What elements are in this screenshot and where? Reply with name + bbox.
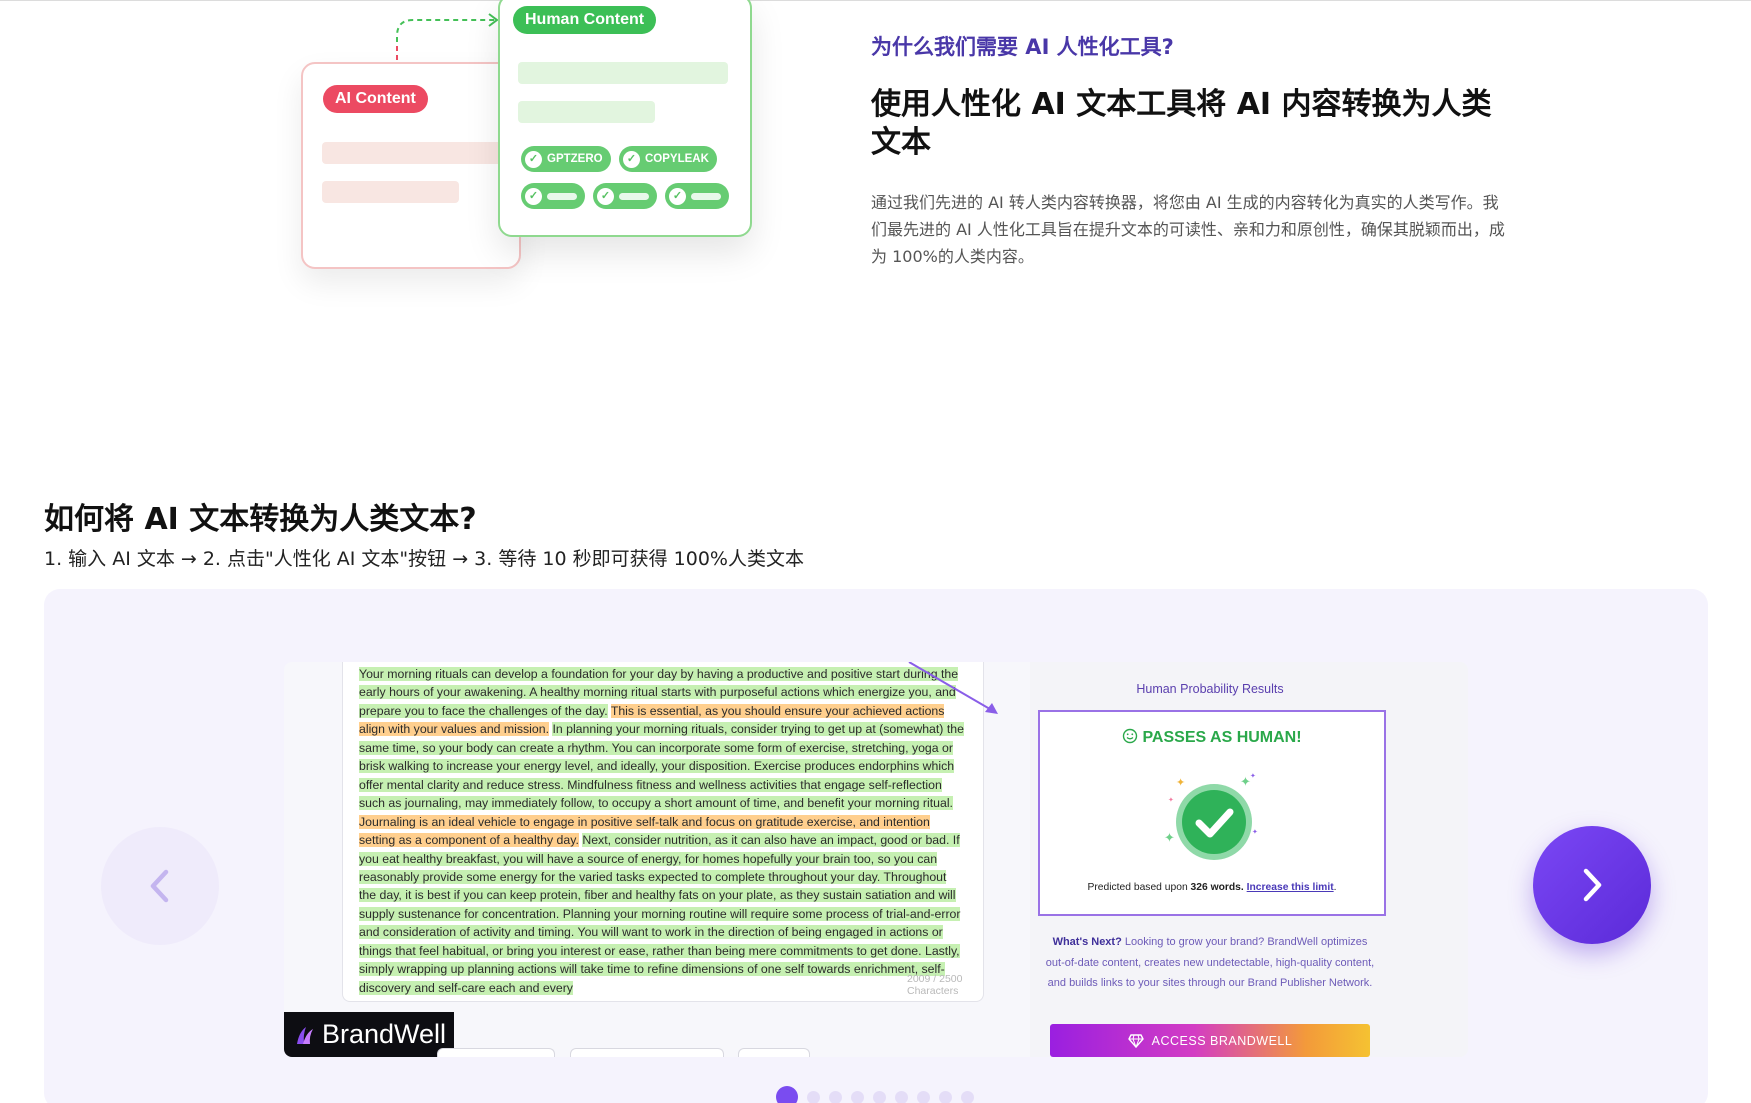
carousel-dot[interactable] [873, 1091, 886, 1103]
gptzero-label: GPTZERO [547, 153, 603, 165]
why-description: 通过我们先进的 AI 转人类内容转换器，将您由 AI 生成的内容转化为真实的人类… [871, 189, 1511, 270]
human-segment: Next, consider nutrition, as it can also… [359, 833, 960, 995]
predicted-prefix: Predicted based upon [1087, 882, 1190, 893]
how-steps: 1. 输入 AI 文本 → 2. 点击"人性化 AI 文本"按钮 → 3. 等待… [44, 544, 804, 571]
passes-as-human: PASSES AS HUMAN! [1040, 728, 1384, 749]
increase-limit-link[interactable]: Increase this limit [1247, 882, 1334, 893]
placeholder-line [322, 142, 512, 164]
char-count: 2009 / 2500 Characters [907, 973, 983, 997]
detector-chip: ✓ [521, 183, 585, 209]
top-divider [0, 0, 1751, 1]
access-brandwell-label: ACCESS BRANDWELL [1152, 1034, 1293, 1048]
carousel-dot[interactable] [895, 1091, 908, 1103]
human-content-label: Human Content [513, 6, 656, 34]
svg-text:✦: ✦ [1250, 772, 1256, 780]
results-panel: Human Probability Results PASSES AS HUMA… [1030, 662, 1468, 1057]
smile-icon [1122, 728, 1138, 749]
check-icon: ✓ [525, 151, 542, 168]
copyleak-label: COPYLEAK [645, 153, 709, 165]
carousel-prev-button[interactable] [101, 827, 219, 945]
brandwell-logo-icon [294, 1024, 316, 1046]
carousel-dot[interactable] [807, 1091, 820, 1103]
access-brandwell-button[interactable]: ACCESS BRANDWELL [1050, 1024, 1370, 1057]
predicted-line: Predicted based upon 326 words. Increase… [1040, 882, 1384, 893]
carousel-dot[interactable] [776, 1086, 798, 1103]
check-icon: ✓ [623, 151, 640, 168]
pointer-arrow-icon [899, 662, 1019, 722]
placeholder-line [518, 101, 655, 123]
how-title: 如何将 AI 文本转换为人类文本? [44, 494, 477, 538]
carousel-dot[interactable] [829, 1091, 842, 1103]
check-badge-icon: ✦ ✦ ✦ ✦ ✦ ✦ [1164, 772, 1264, 872]
placeholder-line [619, 193, 649, 200]
sample-text-box: Your morning rituals can develop a found… [342, 662, 984, 1002]
carousel-dot[interactable] [851, 1091, 864, 1103]
copyleak-chip: ✓ COPYLEAK [619, 146, 717, 172]
ai-content-label: AI Content [323, 85, 428, 113]
sample-ai-text: Your morning rituals can develop a found… [359, 665, 965, 997]
carousel-dot[interactable] [961, 1091, 974, 1103]
detector-chip: ✓ [665, 183, 729, 209]
chevron-right-icon [1577, 865, 1607, 905]
carousel-dots [776, 1086, 974, 1103]
diamond-icon [1128, 1034, 1144, 1048]
human-content-card: Human Content ✓ GPTZERO ✓ COPYLEAK ✓ ✓ ✓ [498, 0, 752, 237]
ai-content-card: AI Content [301, 62, 521, 269]
check-icon: ✓ [525, 188, 542, 205]
tab-stub [437, 1048, 555, 1057]
carousel-dot[interactable] [917, 1091, 930, 1103]
whats-next-text: What's Next? Looking to grow your brand?… [1042, 932, 1378, 994]
svg-text:✦: ✦ [1176, 776, 1185, 789]
predicted-suffix: . [1334, 882, 1337, 893]
gptzero-chip: ✓ GPTZERO [521, 146, 611, 172]
word-count: 326 words. [1191, 882, 1244, 893]
passes-text: PASSES AS HUMAN! [1142, 729, 1301, 746]
svg-text:✦: ✦ [1164, 831, 1175, 846]
result-box: PASSES AS HUMAN! ✦ ✦ ✦ ✦ ✦ ✦ Predicted b… [1038, 710, 1386, 916]
why-question: 为什么我们需要 AI 人性化工具? [871, 31, 1174, 61]
placeholder-line [518, 62, 728, 84]
svg-text:✦: ✦ [1252, 828, 1258, 836]
detector-chip: ✓ [593, 183, 657, 209]
why-title: 使用人性化 AI 文本工具将 AI 内容转换为人类文本 [871, 86, 1511, 162]
demo-screenshot: Your morning rituals can develop a found… [284, 662, 1468, 1057]
svg-text:✦: ✦ [1168, 796, 1174, 804]
chevron-left-icon [145, 866, 175, 906]
tab-stub [738, 1048, 810, 1057]
carousel-next-button[interactable] [1533, 826, 1651, 944]
whats-next-label: What's Next? [1053, 936, 1122, 948]
brandwell-logo: BrandWell [284, 1012, 454, 1057]
results-title: Human Probability Results [1030, 682, 1390, 696]
placeholder-line [547, 193, 577, 200]
brand-name: BrandWell [322, 1019, 446, 1050]
carousel-dot[interactable] [939, 1091, 952, 1103]
ai-to-human-illustration: AI Content Human Content ✓ GPTZERO ✓ COP… [290, 0, 770, 320]
check-icon: ✓ [669, 188, 686, 205]
placeholder-line [691, 193, 721, 200]
check-icon: ✓ [597, 188, 614, 205]
tab-stub [570, 1048, 724, 1057]
placeholder-line [322, 181, 459, 203]
